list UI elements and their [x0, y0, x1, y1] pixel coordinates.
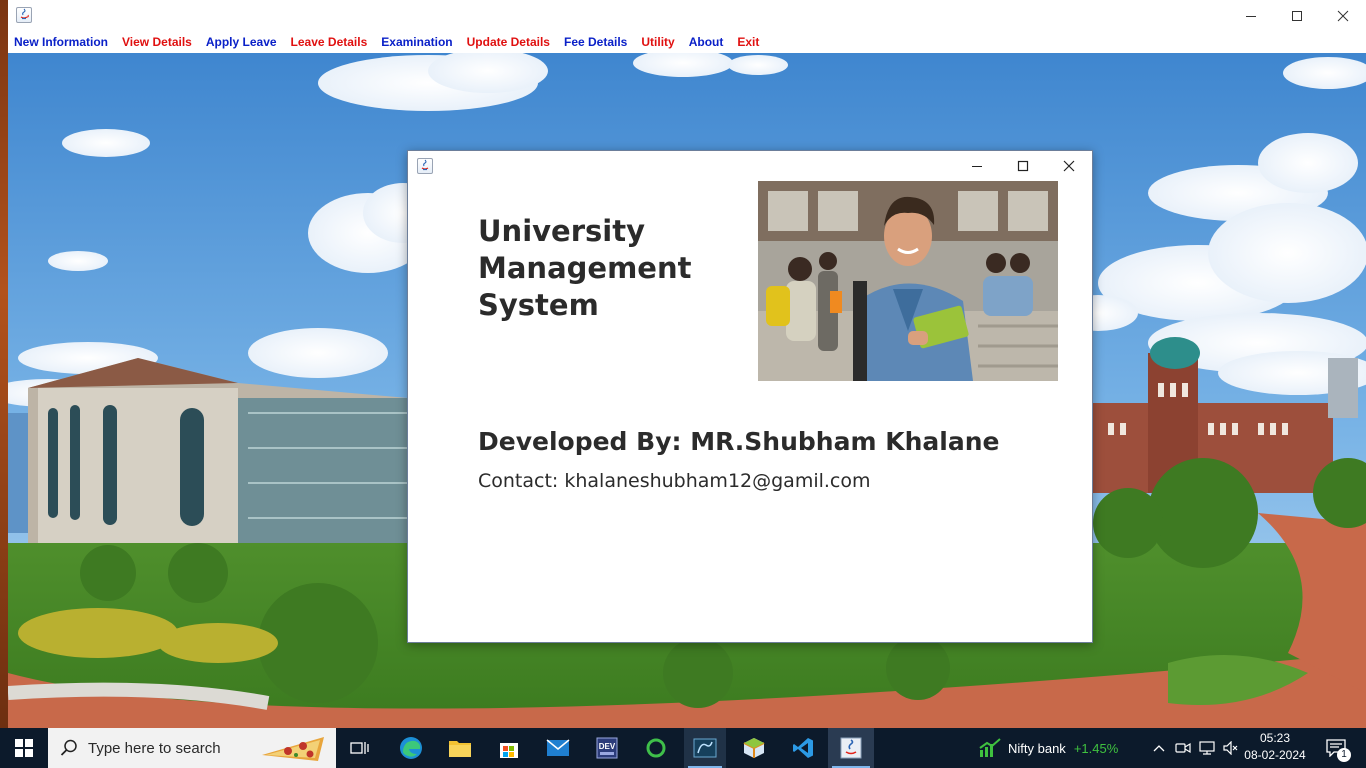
task-view-icon[interactable]: [340, 728, 380, 768]
menu-new-information[interactable]: New Information: [14, 35, 108, 49]
start-button[interactable]: [0, 728, 48, 768]
vs-code-icon[interactable]: [782, 728, 824, 768]
meet-now-icon[interactable]: [1172, 728, 1194, 768]
pizza-search-highlight-icon: [258, 731, 330, 765]
menu-leave-details[interactable]: Leave Details: [291, 35, 368, 49]
menu-exit[interactable]: Exit: [737, 35, 759, 49]
dev-cpp-icon[interactable]: DEV: [586, 728, 628, 768]
windows-logo-icon: [15, 739, 33, 757]
about-close-button[interactable]: [1046, 151, 1092, 181]
app-title-line-1: University: [478, 214, 645, 248]
app-title-line-2: Management: [478, 251, 692, 285]
system-clock[interactable]: 05:23 08-02-2024: [1240, 730, 1310, 764]
mail-icon[interactable]: [537, 728, 579, 768]
menu-utility[interactable]: Utility: [641, 35, 674, 49]
nifty-bank-widget[interactable]: Nifty bank +1.45%: [1008, 728, 1128, 768]
stock-chart-icon: [976, 728, 1004, 768]
about-maximize-button[interactable]: [1000, 151, 1046, 181]
netbeans-icon[interactable]: [733, 728, 775, 768]
clock-time: 05:23: [1259, 731, 1291, 745]
menu-view-details[interactable]: View Details: [122, 35, 192, 49]
widget-change: +1.45%: [1073, 740, 1119, 756]
app-title-line-3: System: [478, 288, 599, 322]
search-icon: [60, 739, 78, 757]
network-icon[interactable]: [1196, 728, 1218, 768]
menu-examination[interactable]: Examination: [381, 35, 452, 49]
notification-center-button[interactable]: 1: [1316, 728, 1356, 768]
developer-credit: Developed By: MR.Shubham Khalane: [478, 427, 1000, 456]
menu-bar: New Information View Details Apply Leave…: [8, 31, 1366, 53]
about-minimize-button[interactable]: [954, 151, 1000, 181]
notification-count-badge: 1: [1337, 748, 1351, 762]
widget-title: Nifty bank: [1008, 740, 1066, 756]
close-button[interactable]: [1320, 0, 1366, 31]
java-app-icon: [417, 158, 433, 174]
clock-date: 08-02-2024: [1244, 748, 1306, 762]
app-title: University Management System: [478, 213, 738, 324]
window-edge: [0, 0, 8, 728]
about-title-bar[interactable]: [408, 151, 1092, 181]
search-placeholder: Type here to search: [88, 739, 221, 757]
volume-muted-icon[interactable]: [1220, 728, 1242, 768]
svg-text:DEV: DEV: [599, 742, 616, 751]
refresh-app-icon[interactable]: [635, 728, 677, 768]
taskbar: Type here to search DEV Nifty bank +1.45…: [0, 728, 1366, 768]
java-app-icon: [16, 7, 32, 23]
contact-email: Contact: khalaneshubham12@gamil.com: [478, 470, 871, 492]
about-window: University Management System Developed B…: [407, 150, 1093, 643]
menu-about[interactable]: About: [689, 35, 724, 49]
chevron-up-icon[interactable]: [1148, 728, 1170, 768]
student-photo: [758, 181, 1058, 381]
edge-browser-icon[interactable]: [390, 728, 432, 768]
notification-icon: 1: [1326, 739, 1351, 762]
taskbar-search-box[interactable]: Type here to search: [48, 728, 336, 768]
java-taskbar-icon[interactable]: [828, 728, 874, 768]
maximize-button[interactable]: [1274, 0, 1320, 31]
main-title-bar[interactable]: [8, 0, 1366, 31]
menu-apply-leave[interactable]: Apply Leave: [206, 35, 277, 49]
menu-update-details[interactable]: Update Details: [467, 35, 550, 49]
file-explorer-icon[interactable]: [439, 728, 481, 768]
menu-fee-details[interactable]: Fee Details: [564, 35, 627, 49]
mysql-workbench-icon[interactable]: [684, 728, 726, 768]
microsoft-store-icon[interactable]: [488, 728, 530, 768]
minimize-button[interactable]: [1228, 0, 1274, 31]
